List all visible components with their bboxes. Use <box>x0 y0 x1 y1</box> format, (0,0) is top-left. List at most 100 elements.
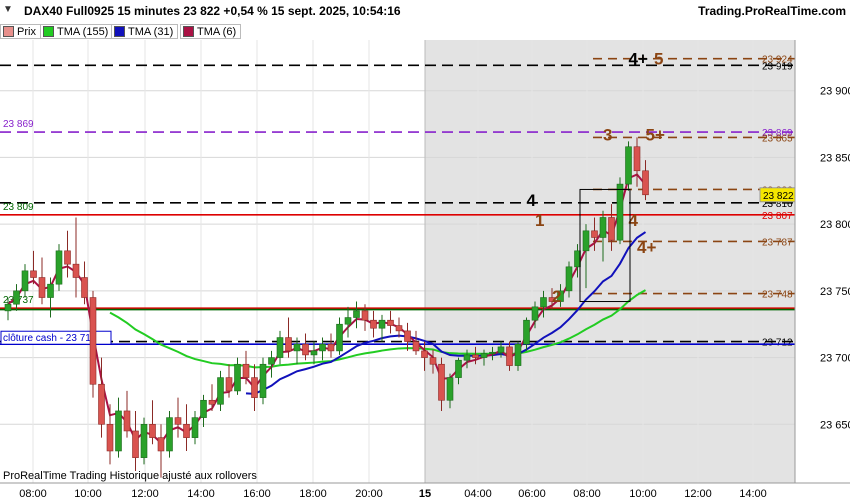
candle-body <box>531 306 539 321</box>
level-label: 23 924 <box>762 55 793 66</box>
candle-body <box>98 383 105 425</box>
candle-body <box>157 437 165 452</box>
candle-body <box>55 250 63 285</box>
candle-body <box>446 377 454 401</box>
x-tick-label: 08:00 <box>19 488 47 500</box>
candle-body <box>21 270 29 292</box>
candle-body <box>421 350 428 358</box>
price-chart[interactable]: 23 91923 92423 86923 86923 86523 82623 8… <box>0 0 850 500</box>
candle-body <box>115 410 122 452</box>
legend-swatch <box>43 26 54 37</box>
candle-body <box>633 146 641 172</box>
candle-body <box>361 310 369 321</box>
candle-body <box>64 250 71 265</box>
candle-body <box>310 350 318 356</box>
candle-body <box>191 417 199 438</box>
candle-body <box>200 399 207 418</box>
x-tick-label: 20:00 <box>355 488 383 500</box>
candle-body <box>404 330 411 342</box>
candle-body <box>140 423 148 458</box>
y-tick-label: 23 850 <box>820 152 850 164</box>
y-tick-label: 23 800 <box>820 219 850 231</box>
candle-body <box>497 346 505 353</box>
y-tick-label: 23 700 <box>820 353 850 365</box>
footer-note: ProRealTime Trading Historique ajusté au… <box>3 470 257 482</box>
legend-item-tma155[interactable]: TMA (155) <box>40 24 114 39</box>
chevron-down-icon[interactable]: ▼ <box>3 4 13 15</box>
candle-body <box>268 357 275 365</box>
candle-body <box>166 417 173 452</box>
candle-body <box>208 399 216 405</box>
candle-body <box>616 183 624 241</box>
candle-body <box>302 343 309 356</box>
x-tick-label: 14:00 <box>739 488 767 500</box>
legend-label: TMA (31) <box>128 25 174 38</box>
legend-swatch <box>114 26 125 37</box>
wave-label: 4+ <box>637 238 656 257</box>
y-tick-label: 23 900 <box>820 86 850 98</box>
wave-label: 5+ <box>646 126 665 145</box>
x-tick-label: 14:00 <box>187 488 215 500</box>
candle-body <box>506 346 513 366</box>
candle-body <box>327 343 335 352</box>
y-tick-label: 23 750 <box>820 286 850 298</box>
wave-label: 1 <box>535 211 544 230</box>
wave-label: 4+ <box>629 50 648 69</box>
candle-body <box>625 146 632 185</box>
legend-item-tma31[interactable]: TMA (31) <box>111 24 179 39</box>
candle-body <box>285 337 292 352</box>
plot-background-left <box>0 40 425 483</box>
candle-body <box>395 325 403 332</box>
level-label: 23 712 <box>762 338 793 349</box>
candle-body <box>523 319 530 345</box>
wave-label: 2 <box>552 287 561 306</box>
candle-body <box>370 319 377 329</box>
legend-bar: Prix TMA (155) TMA (31) TMA (6) <box>0 22 850 40</box>
candle-body <box>591 230 598 238</box>
x-tick-label: 12:00 <box>131 488 159 500</box>
candle-body <box>72 263 80 278</box>
candle-body <box>89 297 97 385</box>
candle-body <box>225 377 233 392</box>
candle-body <box>174 417 182 425</box>
candle-body <box>319 343 326 352</box>
candle-body <box>259 363 267 398</box>
candle-body <box>13 290 20 305</box>
candle-body <box>293 343 301 352</box>
candle-body <box>455 359 462 378</box>
wave-label: 4 <box>527 191 537 210</box>
legend-label: TMA (6) <box>197 25 237 38</box>
candle-body <box>30 270 37 278</box>
x-tick-label: 16:00 <box>243 488 271 500</box>
chart-header: ▼ DAX40 Full0925 15 minutes 23 822 +0,54… <box>0 0 850 22</box>
candle-body <box>251 377 258 398</box>
legend-label: TMA (155) <box>57 25 109 38</box>
candle-body <box>81 277 88 298</box>
level-left-label: 23 869 <box>3 119 34 130</box>
level-left-label: clôture cash - 23 710 <box>3 333 97 344</box>
chart-title: DAX40 Full0925 15 minutes 23 822 +0,54 %… <box>24 4 401 18</box>
candle-body <box>463 354 471 361</box>
candle-body <box>183 423 190 438</box>
x-tick-label: 04:00 <box>464 488 492 500</box>
candle-body <box>565 266 573 292</box>
level-label: 23 787 <box>762 237 793 248</box>
candle-body <box>514 343 522 366</box>
candle-body <box>123 410 131 432</box>
level-left-label: 23 809 <box>3 202 34 213</box>
candle-body <box>599 217 607 238</box>
candle-body <box>472 354 479 358</box>
legend-swatch <box>3 26 14 37</box>
legend-swatch <box>183 26 194 37</box>
x-tick-label: 12:00 <box>684 488 712 500</box>
candle-body <box>106 423 114 452</box>
plot-background-right <box>425 40 795 483</box>
candle-body <box>217 377 224 405</box>
level-label: 23 807 <box>762 211 793 222</box>
legend-label: Prix <box>17 25 36 38</box>
candle-body <box>47 283 54 298</box>
candle-body <box>242 363 250 378</box>
legend-item-tma6[interactable]: TMA (6) <box>180 24 242 39</box>
legend-item-prix[interactable]: Prix <box>0 24 41 39</box>
candle-body <box>38 277 46 298</box>
